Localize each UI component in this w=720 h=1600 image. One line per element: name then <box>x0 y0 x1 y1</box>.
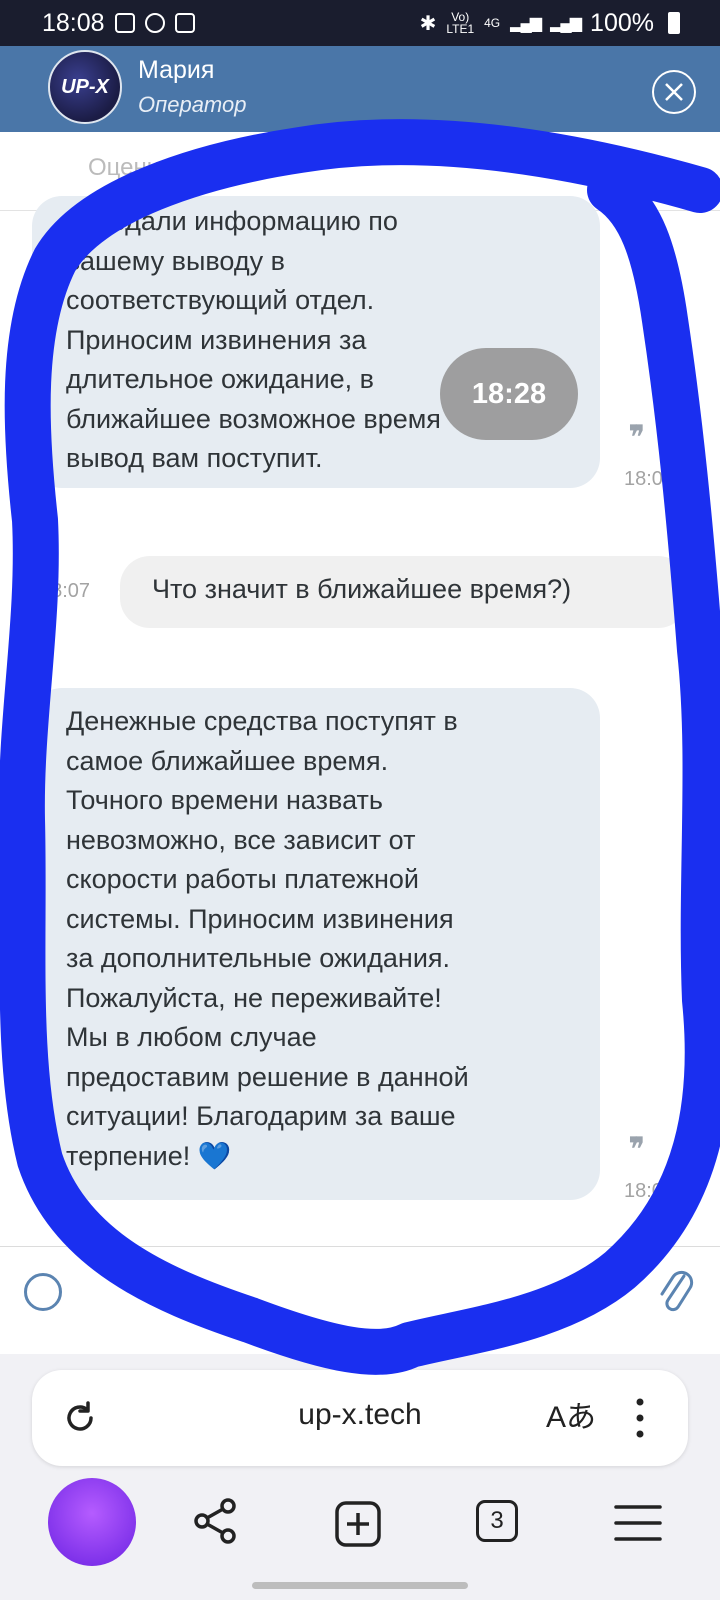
check-icon <box>174 13 195 33</box>
message-line: Мы в любом случае <box>66 1022 317 1052</box>
timestamp-overlay: 18:28 <box>440 348 578 440</box>
operator-role: Оператор <box>138 92 247 117</box>
message-line: вывод вам поступит. <box>66 443 323 473</box>
paperclip-icon[interactable] <box>656 1266 696 1316</box>
message-line: Точного времени назвать <box>66 785 383 815</box>
message-line: Пожалуйста, не переживайте! <box>66 982 442 1013</box>
message-line: соответствующий отдел. <box>66 285 375 315</box>
message-line: ситуации! Благодарим за ваше <box>66 1101 456 1131</box>
message-time: 18:06 <box>624 468 675 490</box>
message-line: скорости работы платежной <box>66 864 419 894</box>
image-icon <box>114 13 135 33</box>
battery-icon <box>668 12 680 34</box>
translate-icon[interactable]: Aあ <box>546 1392 596 1436</box>
message-line: вашему выводу в <box>66 245 285 276</box>
message-time: 18:0 <box>624 1180 663 1202</box>
message-line: передали информацию по <box>66 206 398 236</box>
signal-icon: ▂▄▆ <box>550 15 582 32</box>
message-input-bar[interactable] <box>0 1246 720 1355</box>
message-line: Денежные средства поступят в <box>66 706 458 736</box>
more-icon[interactable] <box>636 1398 644 1438</box>
user-message: Что значит в ближайшее время?) <box>120 556 688 628</box>
read-ticks-icon: ❜❜ <box>628 1131 645 1169</box>
message-time: 18:07 <box>40 580 91 602</box>
network-type: 4G <box>484 16 501 30</box>
operator-message: Денежные средства поступят в самое ближа… <box>32 688 600 1200</box>
alice-icon[interactable] <box>48 1478 136 1566</box>
share-icon[interactable] <box>192 1498 238 1544</box>
operator-message: передали информацию по вашему выводу в с… <box>32 196 600 488</box>
read-ticks-icon: ❜❜ <box>628 419 645 457</box>
signal-icon: ▂▄▆ <box>510 15 542 32</box>
battery-level: 100% <box>590 8 654 37</box>
emoji-icon[interactable] <box>24 1273 62 1311</box>
operator-name: Мария <box>138 56 215 84</box>
close-icon <box>665 83 683 101</box>
new-tab-icon[interactable] <box>334 1500 382 1548</box>
message-text: Что значит в ближайшее время?) <box>152 574 572 604</box>
home-indicator[interactable] <box>252 1582 468 1589</box>
rating-label: Оцени <box>88 154 161 181</box>
status-bar: 18:08 ✱ Vo) LTE1 4G ▂▄▆ ▂▄▆ 100% <box>0 0 720 46</box>
bluetooth-icon: ✱ <box>419 12 437 35</box>
message-line: системы. Приносим извинения <box>66 903 454 934</box>
status-time: 18:08 <box>42 8 105 37</box>
message-line: за дополнительные ожидания. <box>66 943 451 973</box>
message-line: предоставим решение в данной <box>66 1061 469 1092</box>
avatar: UP-X <box>48 50 122 124</box>
message-line: терпение! 💙 <box>66 1140 232 1171</box>
volte-indicator: Vo) LTE1 <box>446 10 475 36</box>
menu-icon[interactable] <box>614 1504 662 1542</box>
message-line: самое ближайшее время. <box>66 745 389 776</box>
status-left: 18:08 <box>42 9 195 38</box>
close-chat-button[interactable] <box>652 70 696 114</box>
url-text[interactable]: up-x.tech <box>0 1398 720 1432</box>
status-right: ✱ Vo) LTE1 4G ▂▄▆ ▂▄▆ 100% <box>420 9 680 38</box>
message-line: невозможно, все зависит от <box>66 824 416 855</box>
shield-icon <box>144 13 165 33</box>
tabs-icon[interactable]: 3 <box>476 1500 518 1542</box>
